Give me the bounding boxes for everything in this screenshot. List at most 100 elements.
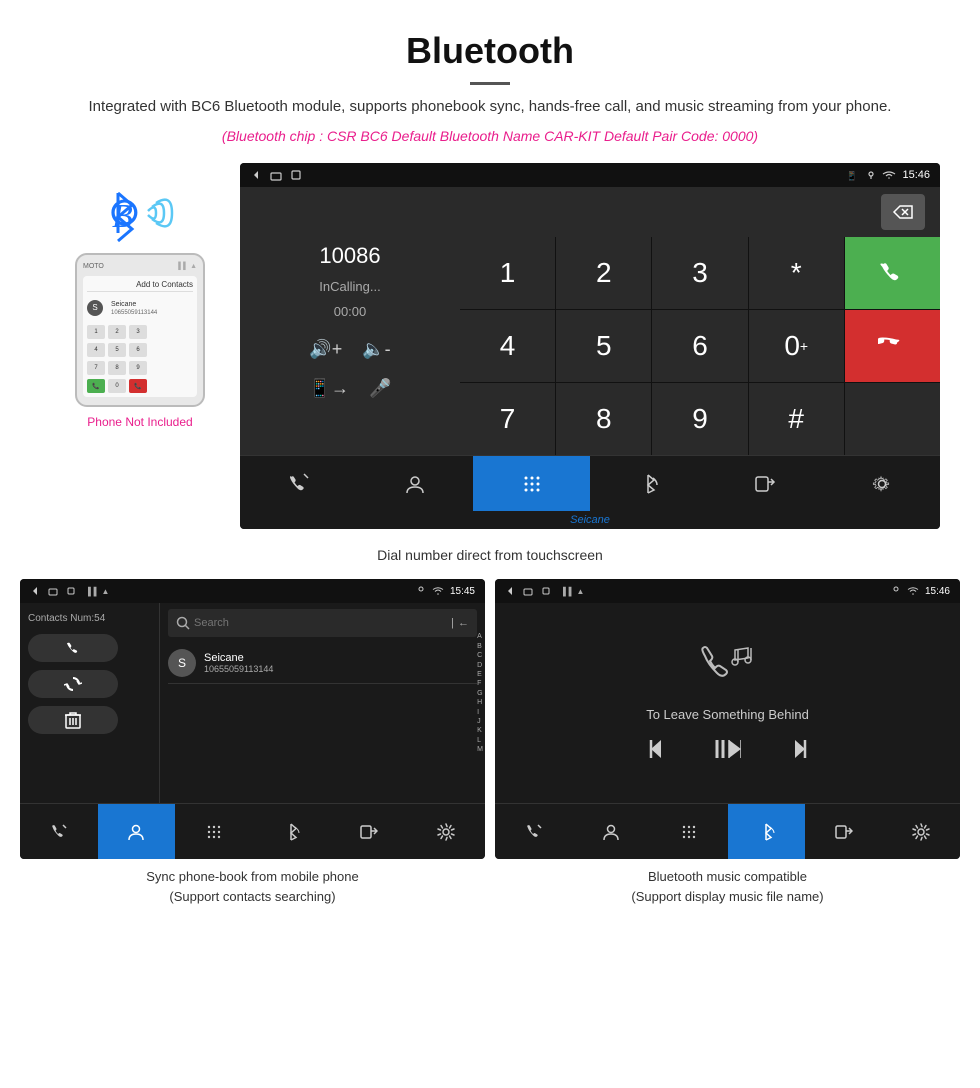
key-star[interactable]: * (749, 237, 844, 309)
alpha-l[interactable]: L (477, 737, 483, 745)
music-nav-settings[interactable] (883, 803, 961, 859)
nav-contacts-item[interactable] (357, 455, 474, 511)
key-3[interactable]: 3 (652, 237, 747, 309)
main-content: ⭘ B MOTO ▌▌ ▲ (0, 163, 980, 916)
key-6[interactable]: 6 (652, 310, 747, 382)
music-nav-contacts[interactable] (573, 803, 651, 859)
alpha-k[interactable]: K (477, 727, 483, 735)
status-bar-left (250, 169, 302, 181)
contacts-nav-contacts[interactable] (98, 803, 176, 859)
key-6[interactable]: 6 (129, 343, 147, 357)
location-icon (866, 170, 876, 180)
call-contacts-btn[interactable] (28, 634, 118, 662)
music-wifi-icon (907, 586, 919, 596)
nav-bluetooth-item[interactable] (590, 455, 707, 511)
mute-icon[interactable]: 🎤 (369, 378, 391, 399)
delete-btn[interactable] (28, 706, 118, 734)
contacts-nav-call[interactable] (20, 803, 98, 859)
key-3[interactable]: 3 (129, 325, 147, 339)
volume-up-icon[interactable]: 🔊+ (309, 339, 342, 360)
music-nav-transfer[interactable] (805, 803, 883, 859)
key-8[interactable]: 8 (556, 383, 651, 455)
contacts-nav-settings[interactable] (408, 803, 486, 859)
music-status-bar: ▌▌ ▲ 15:46 (495, 579, 960, 603)
alpha-c[interactable]: C (477, 652, 483, 660)
key-0[interactable]: 0 (108, 379, 126, 393)
key-5[interactable]: 5 (108, 343, 126, 357)
key-end[interactable]: 📞 (129, 379, 147, 393)
key-2[interactable]: 2 (556, 237, 651, 309)
volume-down-icon[interactable]: 🔈- (362, 339, 390, 360)
contacts-nav-transfer[interactable] (330, 803, 408, 859)
prev-track-icon (649, 738, 675, 760)
alpha-f[interactable]: F (477, 680, 483, 688)
play-pause-button[interactable] (715, 738, 741, 766)
key-1[interactable]: 1 (87, 325, 105, 339)
alpha-e[interactable]: E (477, 671, 483, 679)
phone-side: ⭘ B MOTO ▌▌ ▲ (40, 163, 240, 429)
key-4[interactable]: 4 (460, 310, 555, 382)
key-hash[interactable]: # (749, 383, 844, 455)
sync-btn[interactable] (28, 670, 118, 698)
alpha-a[interactable]: A (477, 633, 483, 641)
music-caption: Bluetooth music compatible (Support disp… (631, 867, 823, 906)
key-9[interactable]: 9 (652, 383, 747, 455)
end-call-icon (878, 332, 906, 360)
keypad-row-1: 1 2 3 (87, 325, 193, 339)
key-5[interactable]: 5 (556, 310, 651, 382)
nav-dialpad-item[interactable] (473, 455, 590, 511)
end-call-button[interactable] (845, 310, 940, 382)
alpha-d[interactable]: D (477, 662, 483, 670)
contacts-android-screen: ▌▌ ▲ 15:45 Contacts (20, 579, 485, 859)
prev-track-button[interactable] (649, 738, 675, 766)
alpha-i[interactable]: I (477, 709, 483, 717)
music-android-screen: ▌▌ ▲ 15:46 (495, 579, 960, 859)
backspace-button[interactable] (881, 194, 925, 230)
contacts-search-input[interactable] (194, 617, 451, 629)
dial-bottom-nav (240, 455, 940, 511)
key-4[interactable]: 4 (87, 343, 105, 357)
key-7[interactable]: 7 (87, 361, 105, 375)
alpha-j[interactable]: J (477, 718, 483, 726)
key-9[interactable]: 9 (129, 361, 147, 375)
dial-main-content: 10086 InCalling... 00:00 🔊+ 🔈- 📱→ 🎤 (240, 187, 940, 455)
nav-settings-item[interactable] (823, 455, 940, 511)
key-7[interactable]: 7 (460, 383, 555, 455)
music-nav-dialpad-icon (680, 823, 698, 841)
contacts-home-icon (48, 586, 58, 596)
contact-list-item[interactable]: S Seicane 10655059113144 (168, 643, 477, 684)
call-contacts-icon (64, 639, 82, 657)
music-nav-bt[interactable] (728, 803, 806, 859)
mini-keypad: 1 2 3 4 5 6 7 8 9 (87, 325, 193, 393)
music-status-right: 15:46 (891, 586, 950, 597)
key-0plus[interactable]: 0+ (749, 310, 844, 382)
contacts-nav-bt[interactable] (253, 803, 331, 859)
search-back-arrow[interactable]: ← (458, 617, 469, 629)
music-nav-dialpad[interactable] (650, 803, 728, 859)
key-2[interactable]: 2 (108, 325, 126, 339)
nav-call-item[interactable] (240, 455, 357, 511)
bluetooth-signal-icon: ⭘ B (100, 183, 180, 243)
bluetooth-icon-wrap: ⭘ B (100, 183, 180, 243)
music-nav-transfer-icon (835, 823, 853, 841)
key-8[interactable]: 8 (108, 361, 126, 375)
alpha-b[interactable]: B (477, 643, 483, 651)
music-nav-call[interactable] (495, 803, 573, 859)
call-button[interactable] (845, 237, 940, 309)
alpha-m[interactable]: M (477, 746, 483, 754)
svg-text:📱: 📱 (846, 170, 857, 181)
music-caption-line1: Bluetooth music compatible (648, 869, 807, 884)
transfer-icon[interactable]: 📱→ (309, 378, 349, 399)
contacts-nav-dialpad[interactable] (175, 803, 253, 859)
dial-left-panel: 10086 InCalling... 00:00 🔊+ 🔈- 📱→ 🎤 (240, 187, 460, 455)
music-song-title: To Leave Something Behind (646, 707, 809, 722)
alpha-g[interactable]: G (477, 690, 483, 698)
dial-timer: 00:00 (334, 304, 367, 319)
key-1[interactable]: 1 (460, 237, 555, 309)
next-track-button[interactable] (781, 738, 807, 766)
phone-screen: Add to Contacts S Seicane 10655059113144… (83, 276, 197, 397)
nav-transfer-item[interactable] (707, 455, 824, 511)
alpha-h[interactable]: H (477, 699, 483, 707)
key-call[interactable]: 📞 (87, 379, 105, 393)
phone-brand: MOTO (83, 263, 104, 270)
